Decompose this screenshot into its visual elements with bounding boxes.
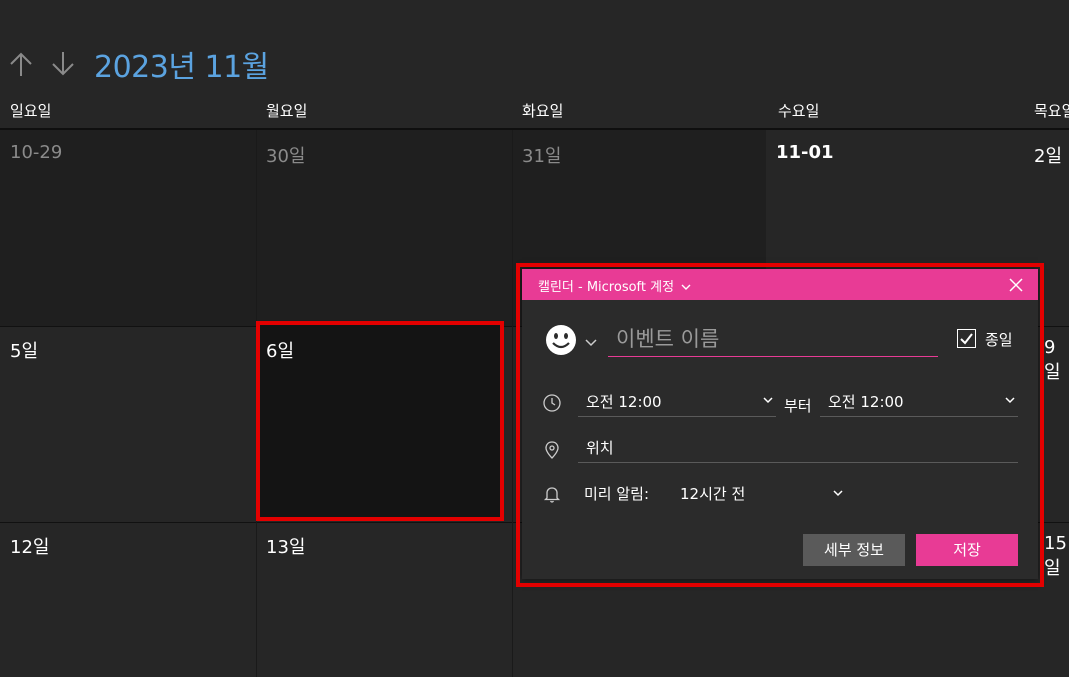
close-button[interactable] xyxy=(1006,275,1026,295)
popup-header: 캘린더 - Microsoft 계정 xyxy=(522,269,1038,300)
reminder-value: 12시간 전 xyxy=(680,485,746,503)
day-number: 13일 xyxy=(266,537,306,558)
day-number: 31일 xyxy=(522,146,562,167)
clock-icon xyxy=(542,393,562,413)
previous-month-button[interactable] xyxy=(6,48,36,80)
end-time-value: 오전 12:00 xyxy=(828,393,904,411)
emoji-dropdown[interactable] xyxy=(584,332,598,351)
start-time-value: 오전 12:00 xyxy=(586,393,662,411)
day-cell[interactable]: 13일 xyxy=(256,523,512,677)
calendar-selector-label: 캘린더 - Microsoft 계정 xyxy=(538,280,675,295)
event-name-input[interactable] xyxy=(608,321,938,357)
all-day-checkbox[interactable] xyxy=(957,329,976,348)
day-number: 12일 xyxy=(10,537,50,558)
reminder-label: 미리 알림: xyxy=(584,485,650,503)
weekday-tuesday: 화요일 xyxy=(522,102,564,120)
day-number: 5일 xyxy=(10,341,39,362)
day-cell[interactable]: 5일 xyxy=(0,327,256,523)
selected-day-cell[interactable] xyxy=(258,323,502,519)
next-month-button[interactable] xyxy=(48,48,78,80)
start-time-select[interactable]: 오전 12:00 xyxy=(578,387,776,417)
day-number: 10-29 xyxy=(10,142,63,163)
weekday-sunday: 일요일 xyxy=(10,102,52,120)
new-event-popup: 캘린더 - Microsoft 계정 종일 xyxy=(522,269,1038,579)
day-cell[interactable]: 12일 xyxy=(0,523,256,677)
column-divider xyxy=(512,130,513,677)
column-divider xyxy=(256,130,257,677)
emoji-picker-button[interactable] xyxy=(544,323,578,357)
all-day-label: 종일 xyxy=(985,331,1013,349)
day-cell[interactable]: 30일 xyxy=(256,130,512,326)
weekday-wednesday: 수요일 xyxy=(778,102,820,120)
arrow-down-icon xyxy=(52,52,74,76)
reminder-select[interactable]: 12시간 전 xyxy=(672,477,848,507)
close-icon xyxy=(1009,278,1023,292)
day-cell[interactable]: 10-29 xyxy=(0,130,256,326)
chevron-down-icon xyxy=(585,339,597,347)
chevron-down-icon xyxy=(1005,397,1015,404)
bell-icon xyxy=(542,484,562,504)
calendar-selector[interactable]: 캘린더 - Microsoft 계정 xyxy=(538,276,691,295)
checkmark-icon xyxy=(960,333,973,345)
location-input[interactable] xyxy=(578,433,1018,463)
day-number: 11-01 xyxy=(776,142,834,163)
weekday-monday: 월요일 xyxy=(266,102,308,120)
month-title[interactable]: 2023년 11월 xyxy=(94,42,269,86)
smiley-icon xyxy=(546,325,576,355)
day-number: 9일 xyxy=(1044,337,1061,383)
weekday-thursday: 목요일 xyxy=(1034,102,1069,120)
day-number: 15일 xyxy=(1044,533,1067,579)
chevron-down-icon xyxy=(833,490,843,497)
day-number: 2일 xyxy=(1034,146,1063,167)
end-time-select[interactable]: 오전 12:00 xyxy=(820,387,1018,417)
from-label: 부터 xyxy=(784,397,812,415)
save-button[interactable]: 저장 xyxy=(916,534,1018,566)
day-number: 30일 xyxy=(266,146,306,167)
day-number: 6일 xyxy=(266,341,295,362)
chevron-down-icon xyxy=(681,284,691,290)
location-pin-icon xyxy=(542,440,562,460)
arrow-up-icon xyxy=(10,52,32,76)
chevron-down-icon xyxy=(763,397,773,404)
more-details-button[interactable]: 세부 정보 xyxy=(803,534,905,566)
